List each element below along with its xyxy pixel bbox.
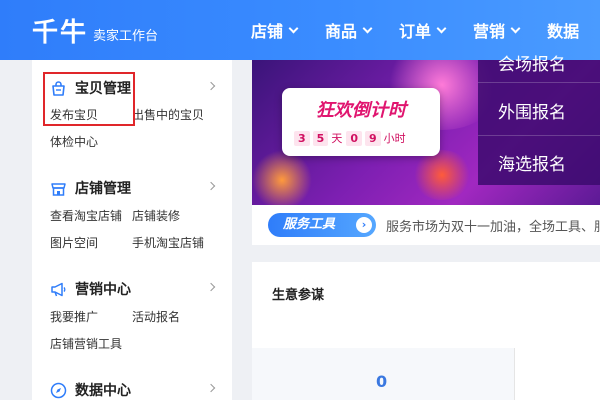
countdown-digit: 5: [312, 130, 329, 146]
countdown-title: 狂欢倒计时: [316, 100, 406, 121]
link-event-signup[interactable]: 活动报名: [132, 308, 180, 325]
countdown-card: 狂欢倒计时 3 5 天 0 9 小时: [282, 88, 440, 156]
event-signup-menu: 会场报名 外围报名 海选报名: [478, 55, 600, 185]
link-promote[interactable]: 我要推广: [50, 308, 98, 325]
link-health-center[interactable]: 体检中心: [50, 133, 98, 150]
link-image-space[interactable]: 图片空间: [50, 234, 98, 251]
chevron-down-icon: [362, 23, 373, 33]
badge-label: 服务工具: [283, 217, 336, 232]
nav-orders-label: 订单: [399, 22, 432, 41]
menu-item-selection-signup[interactable]: 海选报名: [498, 150, 566, 175]
service-tools-badge[interactable]: 服务工具 ›: [268, 213, 376, 237]
nav-data-label: 数据: [547, 22, 580, 41]
chevron-down-icon: [436, 23, 447, 33]
countdown-unit: 天: [331, 132, 343, 145]
countdown-digit: 9: [364, 130, 381, 146]
nav-products[interactable]: 商品: [325, 18, 373, 42]
store-icon: [51, 182, 66, 196]
nav-orders[interactable]: 订单: [399, 18, 447, 42]
section-title: 店铺管理: [75, 181, 131, 197]
notice-text[interactable]: 服务市场为双十一加油，全场工具、服: [386, 216, 600, 235]
stat-value[interactable]: 0: [376, 372, 387, 391]
nav-products-label: 商品: [325, 22, 358, 41]
app-subtitle: 卖家工作台: [93, 29, 159, 44]
divider: [478, 82, 600, 83]
app-logo[interactable]: 千牛: [32, 12, 88, 49]
link-mobile-store[interactable]: 手机淘宝店铺: [132, 234, 204, 251]
menu-item-venue-signup[interactable]: 会场报名: [498, 50, 566, 75]
chevron-down-icon: [288, 23, 299, 33]
megaphone-icon: [51, 282, 66, 296]
divider: [478, 135, 600, 136]
chevron-right-icon: ›: [356, 217, 372, 233]
main-nav: 店铺 商品 订单 营销 数据: [251, 18, 600, 42]
section-header-marketing[interactable]: 营销中心: [50, 279, 131, 299]
chevron-down-icon: [510, 23, 521, 33]
section-header-store[interactable]: 店铺管理: [50, 178, 131, 198]
nav-marketing-label: 营销: [473, 22, 506, 41]
chevron-right-icon[interactable]: [206, 181, 216, 191]
compass-icon: [50, 382, 67, 398]
countdown-digit: 3: [294, 130, 310, 146]
chevron-right-icon[interactable]: [206, 282, 216, 292]
banner-decoration: [252, 150, 312, 205]
countdown-digit: 0: [346, 130, 362, 146]
nav-store[interactable]: 店铺: [251, 18, 299, 42]
countdown-unit: 小时: [383, 132, 406, 145]
section-title: 营销中心: [75, 282, 131, 298]
business-advisor-panel: 生意参谋 0: [252, 262, 600, 400]
section-header-data[interactable]: 数据中心: [50, 380, 131, 400]
banner-decoration: [412, 150, 472, 200]
section-title: 数据中心: [75, 383, 131, 399]
link-marketing-tools[interactable]: 店铺营销工具: [50, 335, 122, 352]
chevron-right-icon[interactable]: [206, 81, 216, 91]
countdown-timer: 3 5 天 0 9 小时: [294, 130, 410, 146]
nav-marketing[interactable]: 营销: [473, 18, 521, 42]
link-items-on-sale[interactable]: 出售中的宝贝: [132, 106, 204, 123]
divider: [514, 348, 515, 400]
nav-data[interactable]: 数据: [547, 18, 579, 42]
link-store-decoration[interactable]: 店铺装修: [132, 207, 180, 224]
link-view-store[interactable]: 查看淘宝店铺: [50, 207, 122, 224]
menu-item-outer-signup[interactable]: 外围报名: [498, 98, 566, 123]
notice-bar: 服务工具 › 服务市场为双十一加油，全场工具、服: [252, 205, 600, 245]
nav-store-label: 店铺: [251, 22, 284, 41]
highlight-box: [43, 72, 135, 126]
panel-title: 生意参谋: [272, 288, 325, 303]
chevron-right-icon[interactable]: [206, 383, 216, 393]
